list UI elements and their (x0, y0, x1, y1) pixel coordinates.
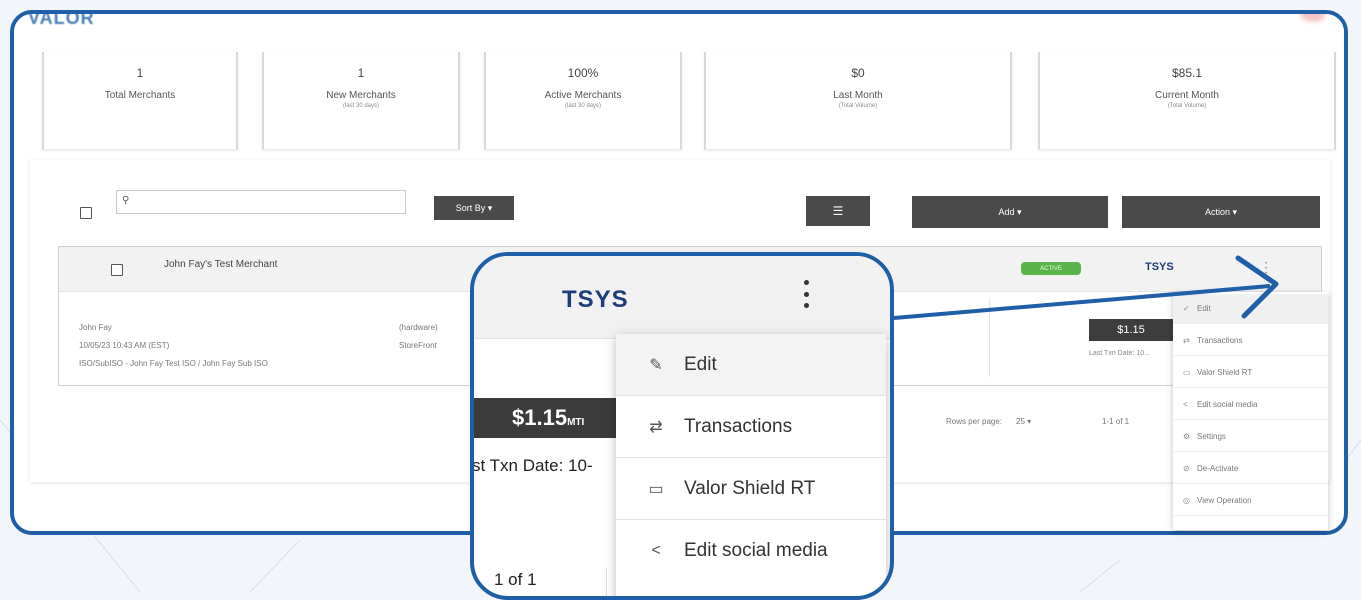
share-icon: < (651, 542, 661, 559)
stat-value: 1 (357, 66, 365, 80)
menu-item-view-operation[interactable]: ◎ View Operation (1173, 486, 1328, 516)
action-button[interactable]: Action ▾ (1122, 196, 1320, 228)
last-txn-date: st Txn Date: 10- (472, 456, 593, 475)
magnified-callout: TSYS $1.15 MTI st Txn Date: 10- 1 of 1 ✎ … (470, 252, 894, 600)
merchant-detail-a: (hardware) (399, 323, 438, 332)
volume-unit: MTI (567, 416, 585, 428)
stat-label: Last Month (833, 90, 883, 101)
stat-label: Total Merchants (104, 90, 176, 101)
merchant-owner: John Fay (79, 323, 112, 332)
search-icon: ⚲ (122, 195, 130, 206)
menu-item-label: Edit social media (1197, 400, 1258, 409)
processor-logo: TSYS (562, 286, 629, 313)
menu-item-transactions[interactable]: ⇄ Transactions (1173, 326, 1328, 356)
pager-range: 1-1 of 1 (1102, 417, 1130, 426)
merchant-date: 10/05/23 10:43 AM (EST) (79, 341, 170, 350)
stat-value: 1 (136, 66, 144, 80)
magnified-row-header: TSYS (474, 256, 890, 339)
pager-range: 1 of 1 (494, 570, 537, 589)
stat-sublabel: (last 30 days) (564, 103, 601, 109)
menu-item-edit-social[interactable]: < Edit social media (616, 520, 886, 582)
menu-item-transactions[interactable]: ⇄ Transactions (616, 396, 886, 458)
stat-label: Active Merchants (544, 90, 622, 101)
deactivate-icon: ⊘ (1183, 464, 1190, 473)
stat-total-merchants: 1 Total Merchants (42, 52, 238, 150)
last-txn-date: Last Txn Date: 10... (1089, 350, 1150, 357)
menu-item-label: Edit (684, 353, 717, 375)
card-icon: ▭ (1183, 368, 1191, 377)
row-actions-menu-zoomed: ✎ Edit ⇄ Transactions ▭ Valor Shield RT … (616, 334, 886, 596)
stat-label: Current Month (1155, 90, 1219, 101)
stat-value: $0 (851, 66, 865, 80)
row-checkbox[interactable] (111, 264, 123, 276)
more-options-icon[interactable]: ⋮ (1259, 259, 1273, 276)
menu-item-edit[interactable]: ✓ Edit (1173, 294, 1328, 324)
menu-item-label: Valor Shield RT (684, 477, 816, 499)
pencil-icon: ✎ (649, 356, 663, 374)
transactions-icon: ⇄ (649, 418, 663, 436)
share-icon: < (1183, 400, 1188, 409)
add-button[interactable]: Add ▾ (912, 196, 1108, 228)
filter-button[interactable]: ☰ (806, 196, 870, 226)
menu-item-label: De-Activate (1197, 464, 1239, 473)
rows-per-page-select[interactable]: 25 ▾ (1016, 417, 1031, 426)
menu-item-settings[interactable]: ⚙ Settings (1173, 422, 1328, 452)
stat-active-merchants: 100% Active Merchants (last 30 days) (484, 52, 682, 150)
status-badge: ACTIVE (1021, 262, 1081, 275)
top-bar: VALOR (14, 14, 1344, 36)
volume-value: $1.15 (512, 405, 568, 430)
divider (606, 568, 607, 596)
menu-item-label: Edit social media (684, 540, 828, 561)
menu-item-edit[interactable]: ✎ Edit (616, 334, 886, 396)
volume-badge: $1.15 (1089, 319, 1173, 341)
stat-sublabel: (Total Volume) (838, 103, 878, 109)
notification-icon[interactable] (1300, 14, 1326, 22)
menu-item-valor-shield[interactable]: ▭ Valor Shield RT (616, 458, 886, 520)
merchant-iso: ISO/SubISO - John Fay Test ISO / John Fa… (79, 359, 268, 368)
menu-item-label: View Operation (1197, 496, 1252, 505)
filter-icon: ☰ (832, 204, 844, 218)
menu-item-label: Edit (1197, 304, 1211, 313)
volume-value: $1.15 (1117, 324, 1145, 336)
menu-item-label: Transactions (1197, 336, 1243, 345)
more-options-icon[interactable] (796, 276, 816, 312)
stat-sublabel: (last 30 days) (342, 103, 379, 109)
rows-per-page-label: Rows per page: (946, 417, 1003, 426)
select-all-checkbox[interactable] (80, 207, 92, 219)
processor-logo: TSYS (1145, 261, 1174, 273)
merchant-detail-b: StoreFront (399, 341, 437, 350)
stat-label: New Merchants (326, 90, 396, 101)
row-actions-menu: ✓ Edit ⇄ Transactions ▭ Valor Shield RT < Ed… (1173, 292, 1328, 530)
stat-new-merchants: 1 New Merchants (last 30 days) (262, 52, 460, 150)
menu-item-valor-shield[interactable]: ▭ Valor Shield RT (1173, 358, 1328, 388)
card-icon: ▭ (648, 480, 664, 498)
stat-value: 100% (567, 66, 599, 80)
app-logo: VALOR (28, 10, 95, 28)
gear-icon: ⚙ (1183, 432, 1191, 441)
pencil-icon: ✓ (1183, 304, 1190, 313)
merchant-name[interactable]: John Fay's Test Merchant (164, 259, 277, 270)
menu-item-label: Transactions (684, 415, 793, 437)
volume-badge: $1.15 MTI (474, 398, 620, 438)
stat-current-month: $85.1 Current Month (Total Volume) (1038, 52, 1336, 150)
stat-sublabel: (Total Volume) (1167, 103, 1207, 109)
transactions-icon: ⇄ (1183, 336, 1190, 345)
menu-item-deactivate[interactable]: ⊘ De-Activate (1173, 454, 1328, 484)
sort-by-button[interactable]: Sort By ▾ (434, 196, 514, 220)
menu-item-label: Valor Shield RT (1197, 368, 1253, 377)
menu-item-edit-social[interactable]: < Edit social media (1173, 390, 1328, 420)
menu-item-label: Settings (1197, 432, 1226, 441)
stat-last-month: $0 Last Month (Total Volume) (704, 52, 1012, 150)
stat-value: $85.1 (1171, 66, 1203, 80)
column-divider (989, 299, 990, 377)
eye-icon: ◎ (1183, 496, 1190, 505)
search-input[interactable]: ⚲ (116, 190, 406, 214)
